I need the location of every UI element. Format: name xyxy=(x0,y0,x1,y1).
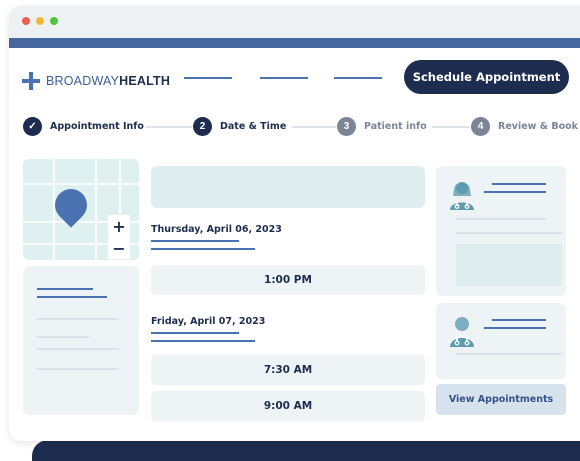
logo-text-bold: HEALTH xyxy=(119,74,171,88)
clinic-info-card xyxy=(23,266,139,415)
step-label: Appointment Info xyxy=(50,121,144,132)
minimize-window-button[interactable] xyxy=(36,17,44,25)
window-titlebar xyxy=(9,6,580,38)
zoom-in-button[interactable]: + xyxy=(108,215,130,237)
day-underline xyxy=(151,332,239,334)
doctor-name-line xyxy=(484,191,546,193)
step-connector xyxy=(432,126,470,128)
step-connector xyxy=(292,126,336,128)
broadway-health-logo[interactable]: BROADWAYHEALTH xyxy=(22,72,170,90)
doctor-image-placeholder xyxy=(456,244,562,286)
view-appointments-button[interactable]: View Appointments xyxy=(436,384,566,415)
step-number: 2 xyxy=(193,117,212,136)
day-label: Thursday, April 06, 2023 xyxy=(151,224,282,235)
doctor-detail-line xyxy=(456,218,546,220)
logo-text-light: BROADWAY xyxy=(46,74,120,88)
info-text-line xyxy=(37,318,119,320)
step-appointment-info[interactable]: ✓ Appointment Info xyxy=(23,117,144,136)
step-label: Review & Book xyxy=(498,121,578,132)
nav-link-placeholder-1[interactable] xyxy=(184,77,232,79)
step-patient-info[interactable]: 3 Patient info xyxy=(337,117,427,136)
doctor-name-line xyxy=(492,319,546,321)
doctor-detail-line xyxy=(456,353,562,355)
time-slot-button[interactable]: 7:30 AM xyxy=(151,355,425,385)
day-underline xyxy=(151,340,255,342)
doctor-name-line xyxy=(484,327,546,329)
step-date-time[interactable]: 2 Date & Time xyxy=(193,117,286,136)
zoom-out-button[interactable]: − xyxy=(108,237,130,259)
female-doctor-icon xyxy=(450,182,474,210)
medical-cross-icon xyxy=(22,72,40,90)
male-doctor-icon xyxy=(450,317,474,347)
day-underline xyxy=(151,248,255,250)
doctor-card[interactable] xyxy=(436,303,566,379)
doctor-name-line xyxy=(492,183,546,185)
info-heading-line xyxy=(37,296,107,298)
doctor-detail-line xyxy=(456,232,562,234)
date-header-panel xyxy=(151,166,425,208)
time-slot-button[interactable]: 1:00 PM xyxy=(151,265,425,295)
logo-text: BROADWAYHEALTH xyxy=(46,74,170,88)
info-heading-line xyxy=(37,288,93,290)
check-icon: ✓ xyxy=(23,117,42,136)
nav-link-placeholder-3[interactable] xyxy=(334,77,382,79)
step-review-book[interactable]: 4 Review & Book xyxy=(471,117,578,136)
time-slot-button[interactable]: 9:00 AM xyxy=(151,391,425,421)
location-map[interactable]: + − xyxy=(23,159,139,260)
info-text-line xyxy=(37,348,119,350)
day-underline xyxy=(151,240,239,242)
step-number: 4 xyxy=(471,117,490,136)
step-connector xyxy=(146,126,192,128)
info-text-line xyxy=(37,336,89,338)
map-street xyxy=(23,183,139,185)
schedule-appointment-button[interactable]: Schedule Appointment xyxy=(404,60,569,94)
info-text-line xyxy=(37,368,119,370)
nav-link-placeholder-2[interactable] xyxy=(260,77,308,79)
day-label: Friday, April 07, 2023 xyxy=(151,316,266,327)
doctor-card[interactable] xyxy=(436,166,566,296)
step-number: 3 xyxy=(337,117,356,136)
step-label: Patient info xyxy=(364,121,427,132)
footer-bar xyxy=(32,440,580,461)
maximize-window-button[interactable] xyxy=(50,17,58,25)
step-label: Date & Time xyxy=(220,121,287,132)
window-accent-bar xyxy=(9,38,580,48)
close-window-button[interactable] xyxy=(22,17,30,25)
